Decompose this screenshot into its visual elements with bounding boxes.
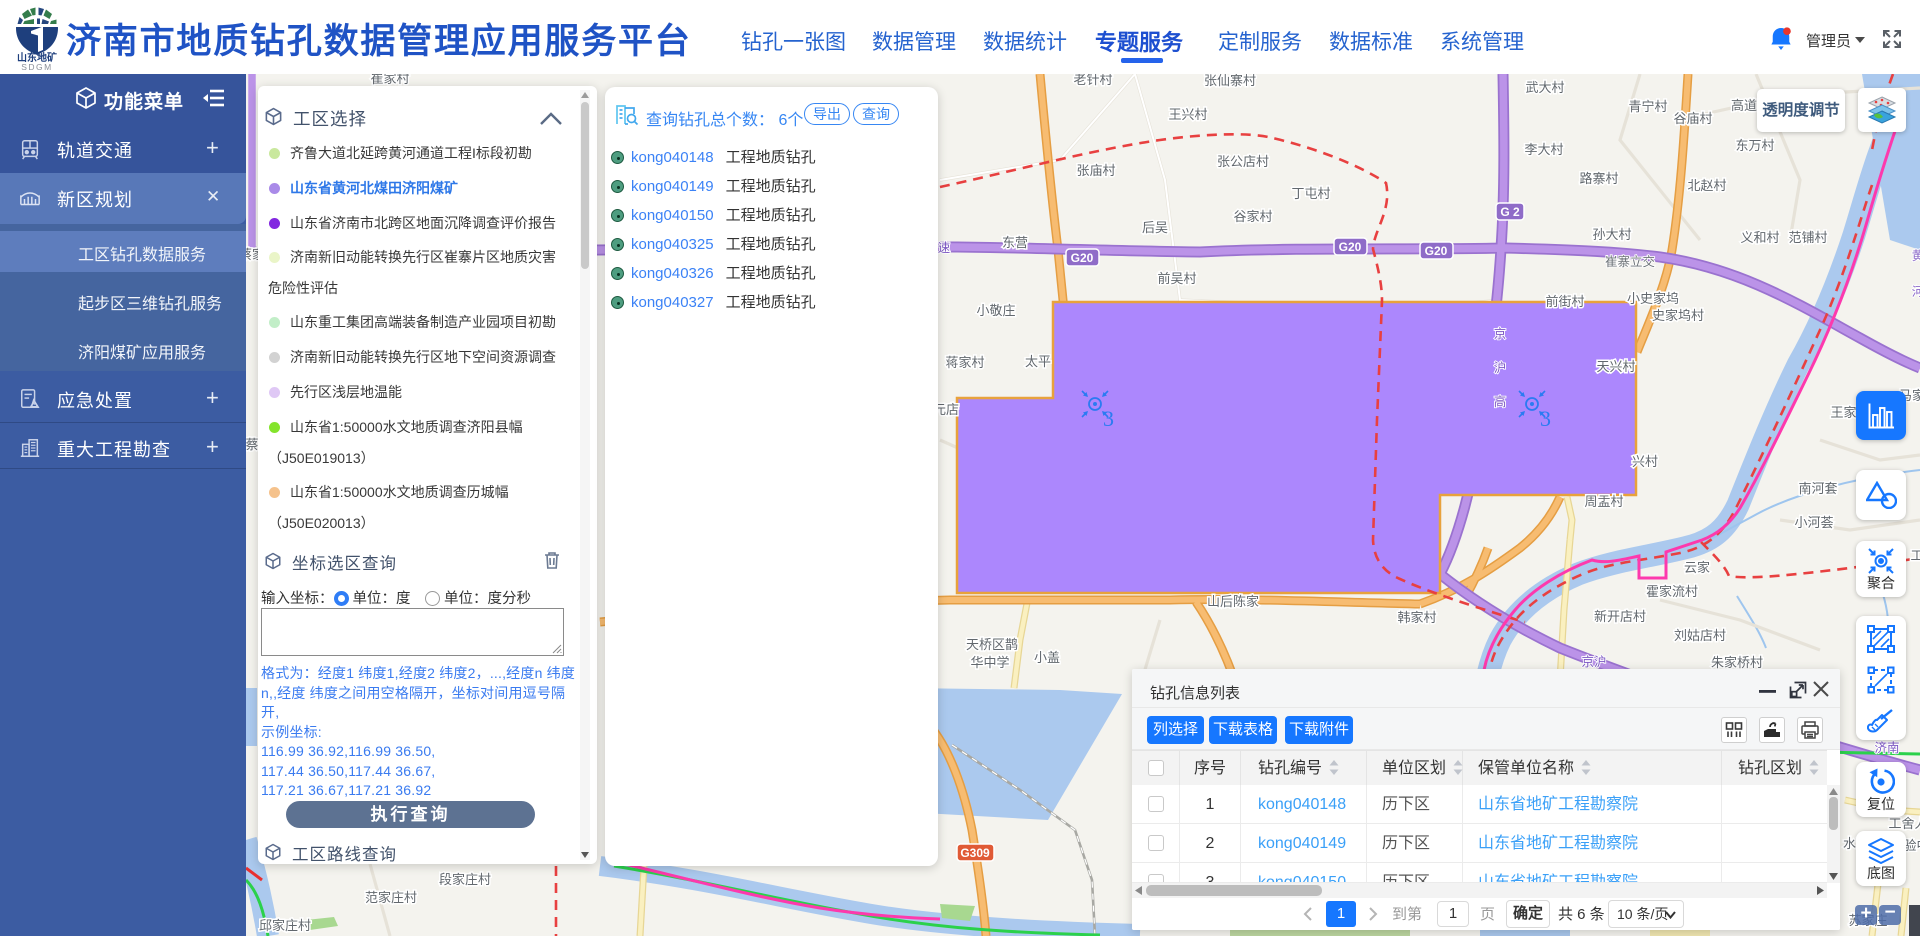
svg-text:张庙村: 张庙村 [1076, 163, 1115, 178]
svg-text:刘姑店村: 刘姑店村 [1674, 628, 1726, 643]
svg-text:周盂村: 周盂村 [1584, 494, 1623, 509]
svg-text:京沪: 京沪 [1581, 655, 1606, 669]
svg-text:前吴村: 前吴村 [1157, 271, 1196, 286]
svg-text:王兴村: 王兴村 [1168, 107, 1207, 122]
svg-text:武大村: 武大村 [1525, 80, 1564, 95]
svg-text:云家: 云家 [1684, 560, 1710, 575]
svg-text:济南: 济南 [1874, 740, 1899, 755]
svg-text:速: 速 [938, 241, 951, 255]
svg-text:新开店村: 新开店村 [1594, 609, 1646, 624]
svg-text:东万村: 东万村 [1735, 138, 1774, 153]
svg-text:谷庙村: 谷庙村 [1673, 111, 1712, 126]
svg-text:小史家坞: 小史家坞 [1627, 291, 1679, 306]
svg-text:张公店村: 张公店村 [1217, 154, 1269, 169]
svg-text:崔寨立交: 崔寨立交 [1605, 254, 1655, 269]
svg-text:G20: G20 [1425, 244, 1448, 258]
svg-text:前街村: 前街村 [1545, 294, 1584, 309]
svg-text:太平: 太平 [1025, 354, 1051, 369]
svg-text:黄: 黄 [1912, 249, 1920, 263]
svg-text:G309: G309 [960, 846, 990, 860]
svg-text:范家庄村: 范家庄村 [365, 890, 417, 905]
svg-text:兴村: 兴村 [1632, 454, 1658, 469]
svg-text:路寨村: 路寨村 [1579, 171, 1618, 186]
svg-text:义和村: 义和村 [1740, 230, 1779, 245]
svg-text:孙大村: 孙大村 [1592, 227, 1631, 242]
svg-text:范铺村: 范铺村 [1788, 230, 1827, 245]
svg-text:华中学: 华中学 [970, 655, 1009, 670]
svg-text:段家庄村: 段家庄村 [439, 872, 491, 887]
svg-text:3: 3 [1103, 406, 1114, 431]
svg-text:SDGM: SDGM [21, 62, 53, 70]
svg-text:京: 京 [1494, 327, 1507, 341]
svg-text:G20: G20 [1339, 240, 1362, 254]
svg-text:G 2: G 2 [1500, 205, 1520, 219]
svg-text:张仙寨村: 张仙寨村 [1204, 73, 1256, 88]
svg-text:G20: G20 [1071, 251, 1094, 265]
svg-text:工: 工 [1910, 548, 1920, 563]
svg-text:蒋家村: 蒋家村 [945, 355, 984, 370]
svg-text:北赵村: 北赵村 [1687, 178, 1726, 193]
svg-text:高道: 高道 [1731, 98, 1757, 113]
svg-text:小河荟: 小河荟 [1794, 515, 1833, 530]
svg-text:小敬庄: 小敬庄 [976, 303, 1015, 318]
svg-text:韩家村: 韩家村 [1397, 610, 1436, 625]
svg-text:青宁村: 青宁村 [1628, 99, 1667, 114]
svg-text:后吴: 后吴 [1142, 220, 1168, 235]
svg-text:谷家村: 谷家村 [1233, 209, 1272, 224]
svg-text:朱家桥村: 朱家桥村 [1711, 655, 1763, 670]
svg-text:邱家庄村: 邱家庄村 [259, 918, 311, 933]
svg-text:霍家流村: 霍家流村 [1646, 584, 1698, 599]
svg-text:蔡: 蔡 [245, 437, 258, 452]
svg-text:3: 3 [1540, 406, 1551, 431]
svg-text:老针村: 老针村 [1073, 72, 1112, 87]
svg-text:小盖: 小盖 [1034, 650, 1060, 665]
svg-text:河: 河 [1912, 285, 1920, 299]
svg-text:史家坞村: 史家坞村 [1652, 308, 1704, 323]
svg-text:工舍人: 工舍人 [1888, 816, 1920, 831]
svg-text:天桥区鹊: 天桥区鹊 [966, 637, 1018, 652]
svg-text:东营: 东营 [1002, 235, 1028, 250]
svg-text:丁屯村: 丁屯村 [1291, 186, 1330, 201]
svg-text:沪: 沪 [1494, 361, 1507, 375]
svg-text:山后陈家: 山后陈家 [1207, 594, 1259, 609]
svg-text:高: 高 [1494, 394, 1507, 409]
svg-text:李大村: 李大村 [1524, 142, 1563, 157]
svg-text:天兴村: 天兴村 [1596, 359, 1635, 374]
svg-text:南河套: 南河套 [1798, 481, 1837, 496]
